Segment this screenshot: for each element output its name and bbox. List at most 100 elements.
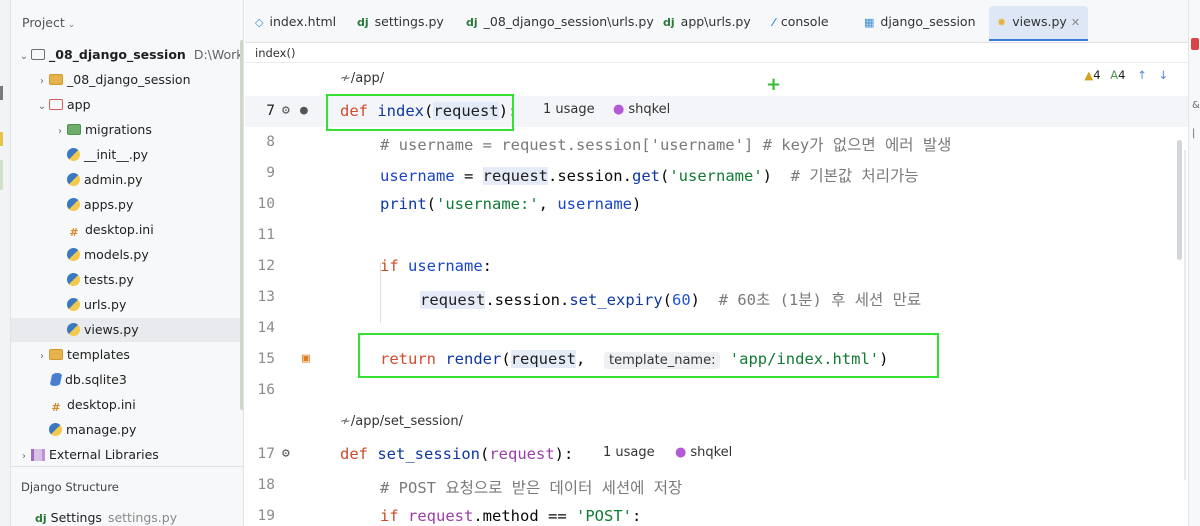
project-panel-header[interactable]: Project ⌄ [11,0,243,43]
tree-item-file[interactable]: # desktop.ini [11,218,243,242]
code-text: def index(request): [340,102,537,120]
code-text: def set_session(request): [340,445,592,463]
line-number: 16 [257,382,275,398]
tree-item-file[interactable]: admin.py [11,168,243,192]
chevron-right-icon[interactable]: › [35,345,49,369]
web-icon[interactable]: ⚙ [282,446,290,461]
tab-index-html[interactable]: ◇ index.html [247,6,344,42]
user-icon: ● [613,102,625,117]
inspection-widget[interactable]: ▲4 A4 ↑ ↓ [1084,68,1168,82]
close-icon[interactable]: ✕ [1071,16,1080,29]
code-line: 13 request.session.set_expiry(60) # 60초 … [245,282,1188,313]
tab-label: console [780,14,829,29]
usage-count[interactable]: 1 usage [603,445,655,460]
tree-item-file[interactable]: models.py [11,243,243,267]
route-path[interactable]: /app/set_session/ [351,414,463,429]
code-editor[interactable]: ≁/app/ 7 ⚙ ● def index(request): 1 usage… [245,63,1188,526]
usage-annotation[interactable]: 1 usage [543,102,595,117]
tool-window-icon[interactable]: & [1192,100,1200,111]
project-panel-scrollbar[interactable] [240,40,243,410]
tree-item-file[interactable]: __init__.py [11,143,243,167]
tree-item-label: desktop.ini [67,397,136,412]
tree-item-label: app [67,97,91,112]
usage-count[interactable]: 1 usage [543,102,595,117]
code-line: 8 # username = request.session['username… [245,127,1188,158]
author-name: shqkel [628,102,671,117]
notification-icon[interactable] [1191,38,1199,50]
ini-file-icon: # [69,226,79,239]
folder-icon [49,99,63,110]
panel-divider [11,466,243,467]
tab-console[interactable]: ⁄ console [765,6,837,42]
chevron-down-icon[interactable]: ⌄ [35,95,49,119]
editor-scroll-track [1184,150,1186,480]
html-icon: ◇ [255,16,264,29]
tree-item-migrations[interactable]: › migrations [11,118,243,142]
tree-item-file-selected[interactable]: views.py [11,318,243,342]
tab-django-session[interactable]: ▦ django_session [856,6,984,42]
tree-item-file[interactable]: urls.py [11,293,243,317]
tab-label: app\urls.py [680,14,751,29]
settings-label: Settings [50,510,102,525]
tab-app-urls-py[interactable]: dj app\urls.py [655,6,759,42]
library-icon [31,449,45,461]
tree-item-file[interactable]: db.sqlite3 [11,368,243,392]
django-icon: dj [357,16,369,29]
python-file-icon [67,248,80,261]
chevron-down-icon[interactable]: ⌄ [17,45,31,69]
author-name: shqkel [690,445,733,460]
route-path[interactable]: /app/ [351,71,384,86]
tab-views-py[interactable]: ✸ views.py ✕ [989,6,1089,41]
tool-window-icon[interactable]: | [1192,128,1195,139]
tree-item-app[interactable]: ⌄ app [11,93,243,117]
tree-item-templates[interactable]: › templates [11,343,243,367]
code-comment: # POST 요청으로 받은 데이터 세션에 저장 [380,479,683,497]
author-annotation[interactable]: ● shqkel [675,445,732,460]
tree-item-file[interactable]: manage.py [11,418,243,442]
code-comment: # 60초 (1분) 후 세션 만료 [718,291,922,309]
tree-item-label: models.py [84,247,149,262]
tree-item-label: urls.py [84,297,127,312]
tab-settings-py[interactable]: dj settings.py [349,6,452,42]
user-icon: ● [675,445,687,460]
chevron-down-icon[interactable]: ⌄ [68,20,76,30]
tree-item-file[interactable]: # desktop.ini [11,393,243,417]
editor-tab-bar: ◇ index.html dj settings.py dj _08_django_s… [245,0,1188,43]
author-annotation[interactable]: ● shqkel [613,102,670,117]
editor-scrollbar[interactable] [1177,140,1182,260]
previous-highlight-icon[interactable]: ↑ [1137,68,1147,82]
project-title: Project [22,15,65,30]
user-gutter-icon[interactable]: ● [300,103,308,118]
html5-icon[interactable]: ▣ [302,351,310,366]
folder-icon [49,349,63,360]
chevron-right-icon[interactable]: › [53,120,67,144]
tab-project-urls-py[interactable]: dj _08_django_session\urls.py [458,6,662,42]
settings-file: settings.py [107,510,178,525]
tree-item-external-libraries[interactable]: › External Libraries [11,443,243,467]
tree-item-label: manage.py [66,422,137,437]
route-annotation: ≁/app/ [340,71,384,86]
next-highlight-icon[interactable]: ↓ [1158,68,1168,82]
line-number: 19 [257,508,275,524]
tab-label: django_session [880,14,976,29]
python-file-icon [67,198,80,211]
code-line: 16 [245,375,1188,406]
code-line: 18 # POST 요청으로 받은 데이터 세션에 저장 [245,470,1188,501]
tree-item-label: _08_django_session [49,47,186,62]
tree-item-file[interactable]: apps.py [11,193,243,217]
usage-annotation[interactable]: 1 usage [603,445,655,460]
django-settings-item[interactable]: dj Settings settings.py [35,510,177,525]
breadcrumb[interactable]: index() [245,43,1188,63]
project-panel: Project⌄ ⌄_08_django_sessionD:\Workspac … [11,0,244,526]
chevron-right-icon[interactable]: › [35,70,49,94]
tree-item-package[interactable]: › _08_django_session [11,68,243,92]
code-text: print('username:', username) [380,195,642,213]
code-line: 12 if username: [245,251,1188,282]
python-file-icon [67,323,80,336]
tree-item-root[interactable]: ⌄ _08_django_session D:\Workspac [11,43,243,67]
tree-item-file[interactable]: tests.py [11,268,243,292]
python-file-icon [67,273,80,286]
python-file-icon [49,423,62,436]
param-hint: template_name: [604,352,721,369]
web-icon[interactable]: ⚙ [282,103,290,118]
